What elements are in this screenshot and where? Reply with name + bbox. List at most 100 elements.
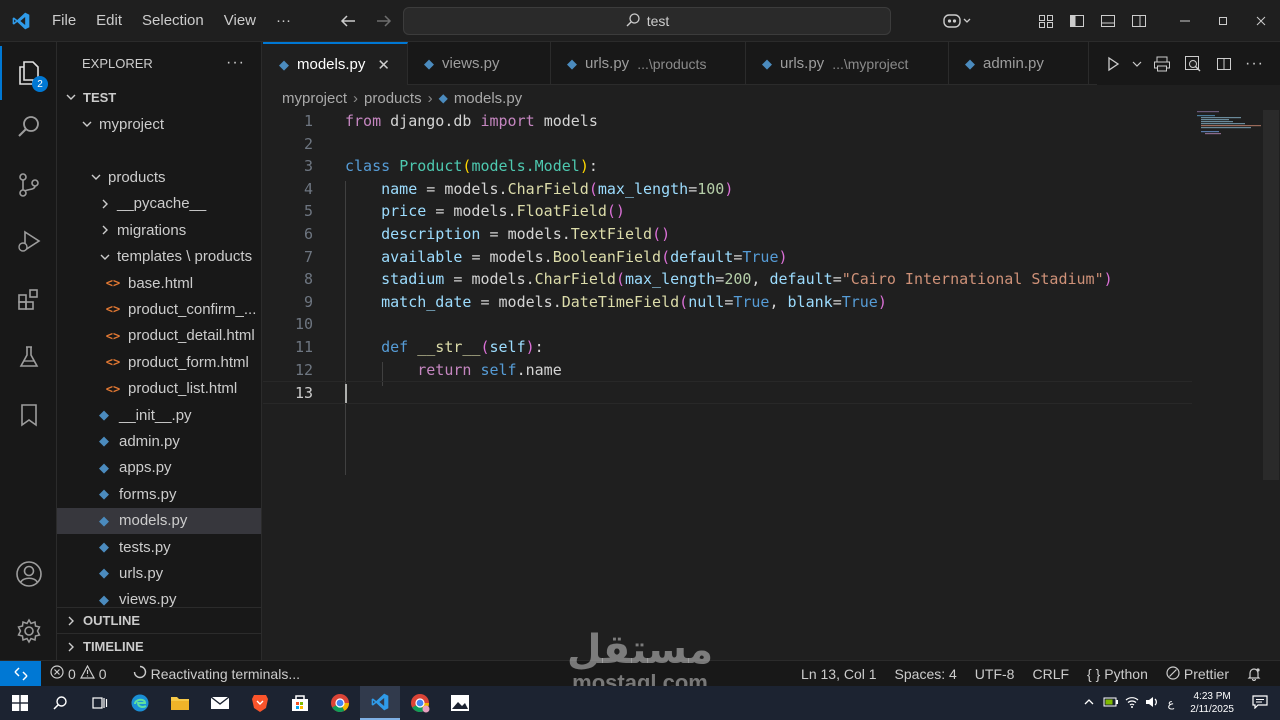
- source-control-icon[interactable]: [0, 158, 57, 212]
- bookmark-icon[interactable]: [0, 388, 57, 442]
- close-window-icon[interactable]: [1242, 0, 1280, 42]
- brave-browser-icon[interactable]: [240, 686, 280, 720]
- minimap[interactable]: [1193, 110, 1263, 140]
- copilot-icon[interactable]: [934, 0, 980, 42]
- tree-item--init-py[interactable]: ◆ __init__.py: [57, 402, 261, 428]
- settings-gear-icon[interactable]: [0, 604, 57, 658]
- more-actions-icon[interactable]: ···: [1239, 49, 1270, 79]
- back-arrow-icon[interactable]: [337, 10, 359, 32]
- tree-item-models-py[interactable]: ◆ models.py: [57, 507, 261, 534]
- code-line[interactable]: 5 price = models.FloatField(): [263, 200, 1192, 223]
- tab-admin-py[interactable]: ◆ admin.py: [949, 42, 1089, 85]
- account-icon[interactable]: [0, 547, 57, 601]
- code-line[interactable]: 3 class Product(models.Model):: [263, 155, 1192, 178]
- run-dropdown-chevron-icon[interactable]: [1128, 49, 1146, 79]
- tree-item-myproject[interactable]: myproject: [57, 111, 261, 137]
- vscode-taskbar-icon[interactable]: [360, 686, 400, 720]
- menu-edit[interactable]: Edit: [86, 0, 132, 42]
- tree-item-urls-py[interactable]: ◆ urls.py: [57, 560, 261, 586]
- run-debug-icon[interactable]: [0, 214, 57, 268]
- tree-item-tests-py[interactable]: ◆ tests.py: [57, 534, 261, 560]
- mail-icon[interactable]: [200, 686, 240, 720]
- toggle-secondary-sidebar-icon[interactable]: [1123, 0, 1154, 42]
- code-line[interactable]: 11 def __str__(self):: [263, 336, 1192, 359]
- code-line[interactable]: 13: [263, 381, 1192, 404]
- customize-layout-icon[interactable]: [1030, 0, 1061, 42]
- indentation[interactable]: Spaces: 4: [886, 666, 966, 682]
- code-line[interactable]: 1 from django.db import models: [263, 110, 1192, 133]
- tree-item-product-list-html[interactable]: <> product_list.html: [57, 376, 261, 402]
- input-language[interactable]: ع: [1162, 697, 1181, 710]
- run-python-file-icon[interactable]: [1097, 49, 1128, 79]
- search-sidebar-icon[interactable]: [0, 100, 57, 154]
- tree-item-product-detail-html[interactable]: <> product_detail.html: [57, 323, 261, 349]
- breadcrumb-models-py[interactable]: models.py: [454, 90, 522, 107]
- clock[interactable]: 4:23 PM 2/11/2025: [1180, 690, 1244, 716]
- tree-item-products[interactable]: products: [57, 164, 261, 190]
- breadcrumb-myproject[interactable]: myproject: [282, 90, 347, 107]
- toggle-panel-icon[interactable]: [1092, 0, 1123, 42]
- chrome-icon[interactable]: [320, 686, 360, 720]
- minimize-icon[interactable]: [1166, 0, 1204, 42]
- edge-browser-icon[interactable]: [120, 686, 160, 720]
- tab-models-py[interactable]: ◆ models.py ✕: [263, 42, 408, 85]
- print-icon[interactable]: [1146, 49, 1177, 79]
- code-line[interactable]: 2: [263, 133, 1192, 156]
- chevron-up-icon[interactable]: [1078, 697, 1100, 710]
- photos-icon[interactable]: [440, 686, 480, 720]
- extensions-icon[interactable]: [0, 272, 57, 326]
- tree-item-product-form-html[interactable]: <> product_form.html: [57, 349, 261, 375]
- tab-urls-py-myproject[interactable]: ◆ urls.py ...\myproject: [746, 42, 949, 85]
- toggle-primary-sidebar-icon[interactable]: [1061, 0, 1092, 42]
- microsoft-store-icon[interactable]: [280, 686, 320, 720]
- code-line[interactable]: 9 match_date = models.DateTimeField(null…: [263, 291, 1192, 314]
- editor-scrollbar[interactable]: [1263, 110, 1279, 480]
- task-view-icon[interactable]: [80, 686, 120, 720]
- chrome-profile-icon[interactable]: [400, 686, 440, 720]
- windows-start-icon[interactable]: [0, 686, 40, 720]
- taskbar-search-icon[interactable]: [40, 686, 80, 720]
- split-editor-icon[interactable]: [1208, 49, 1239, 79]
- network-icon[interactable]: [1122, 696, 1142, 711]
- restore-icon[interactable]: [1204, 0, 1242, 42]
- testing-flask-icon[interactable]: [0, 330, 57, 384]
- tree-item-apps-py[interactable]: ◆ apps.py: [57, 455, 261, 481]
- end-of-line[interactable]: CRLF: [1023, 666, 1078, 682]
- explorer-more-icon[interactable]: ···: [226, 54, 245, 72]
- tab-urls-py-products[interactable]: ◆ urls.py ...\products: [551, 42, 746, 85]
- code-line[interactable]: 12 return self.name: [263, 359, 1192, 382]
- code-line[interactable]: 6 description = models.TextField(): [263, 223, 1192, 246]
- problems-status[interactable]: 0 0: [41, 664, 116, 682]
- code-line[interactable]: 8 stadium = models.CharField(max_length=…: [263, 268, 1192, 291]
- command-center-search[interactable]: test: [403, 7, 891, 35]
- tree-item-templates-products[interactable]: templates \ products: [57, 244, 261, 270]
- tree-item-admin-py[interactable]: ◆ admin.py: [57, 428, 261, 454]
- tree-item-product-confirm-[interactable]: <> product_confirm_...: [57, 296, 261, 322]
- language-mode[interactable]: { } Python: [1078, 666, 1157, 682]
- menu-selection[interactable]: Selection: [132, 0, 214, 42]
- cursor-position[interactable]: Ln 13, Col 1: [792, 666, 886, 682]
- terminal-status[interactable]: Reactivating terminals...: [124, 665, 309, 682]
- battery-icon[interactable]: [1100, 696, 1122, 711]
- menu-view[interactable]: View: [214, 0, 266, 42]
- tree-item-migrations[interactable]: migrations: [57, 217, 261, 243]
- tab-views-py[interactable]: ◆ views.py: [408, 42, 551, 85]
- notifications-bell-icon[interactable]: [1238, 667, 1270, 681]
- remote-indicator-icon[interactable]: [0, 660, 41, 687]
- menu-file[interactable]: File: [42, 0, 86, 42]
- open-preview-icon[interactable]: [1177, 49, 1208, 79]
- tree-item-forms-py[interactable]: ◆ forms.py: [57, 481, 261, 507]
- notification-center-icon[interactable]: [1244, 694, 1280, 712]
- forward-arrow-icon[interactable]: [373, 10, 395, 32]
- code-line[interactable]: 10: [263, 313, 1192, 336]
- volume-icon[interactable]: [1142, 696, 1162, 711]
- file-explorer-icon[interactable]: [160, 686, 200, 720]
- prettier-status[interactable]: Prettier: [1157, 665, 1238, 683]
- menu-more[interactable]: ···: [266, 0, 301, 42]
- close-tab-icon[interactable]: ✕: [377, 56, 390, 74]
- tree-item--pycache-[interactable]: __pycache__: [57, 191, 261, 217]
- workspace-root[interactable]: TEST: [57, 84, 261, 110]
- encoding[interactable]: UTF-8: [966, 666, 1024, 682]
- outline-section[interactable]: OUTLINE: [57, 607, 261, 633]
- timeline-section[interactable]: TIMELINE: [57, 633, 261, 659]
